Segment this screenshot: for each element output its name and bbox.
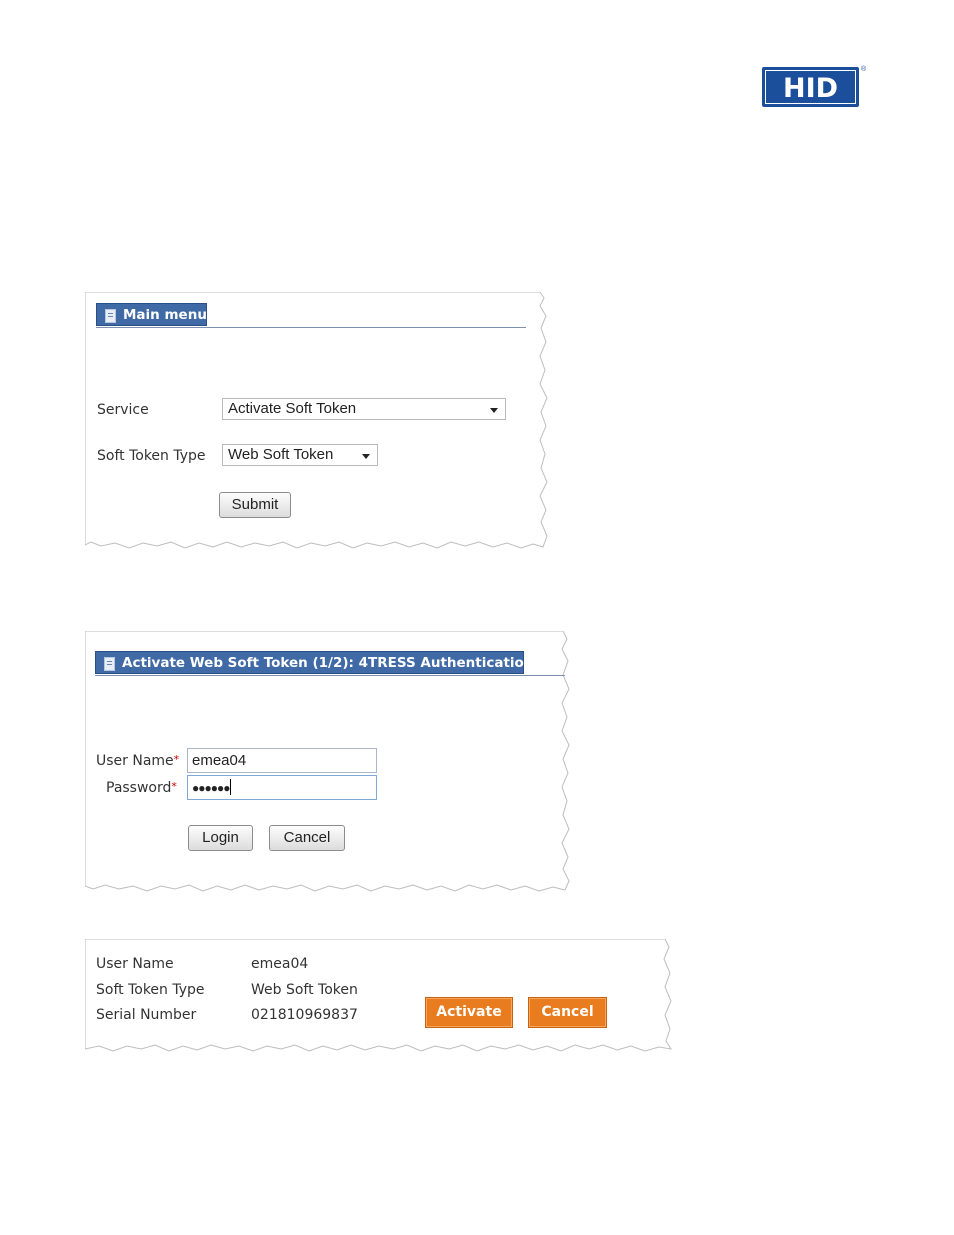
confirm-username-value: emea04 xyxy=(251,956,309,972)
submit-button[interactable]: Submit xyxy=(219,492,291,518)
logo-text: HID xyxy=(783,73,838,104)
confirm-cancel-button[interactable]: Cancel xyxy=(528,997,607,1028)
soft-token-type-selected-value: Web Soft Token xyxy=(228,446,334,463)
header-underline xyxy=(96,327,526,328)
confirm-serial-label: Serial Number xyxy=(96,1007,197,1023)
login-button[interactable]: Login xyxy=(188,825,253,851)
soft-token-type-select[interactable]: Web Soft Token xyxy=(222,444,378,466)
service-select[interactable]: Activate Soft Token xyxy=(222,398,506,420)
password-value: ●●●●●● xyxy=(192,781,230,795)
document-icon xyxy=(104,657,115,671)
torn-paper-edge xyxy=(85,292,548,549)
authentication-title: Activate Web Soft Token (1/2): 4TRESS Au… xyxy=(122,655,534,671)
text-caret xyxy=(229,779,231,795)
service-selected-value: Activate Soft Token xyxy=(228,400,357,417)
required-mark: * xyxy=(171,780,177,793)
required-mark: * xyxy=(173,753,180,766)
soft-token-type-label: Soft Token Type xyxy=(97,448,206,464)
main-menu-panel: Main menu Service Activate Soft Token So… xyxy=(85,292,551,560)
main-menu-title: Main menu xyxy=(123,307,207,323)
service-label: Service xyxy=(97,402,149,418)
username-value: emea04 xyxy=(192,752,247,769)
dropdown-arrow-icon[interactable] xyxy=(490,408,498,413)
confirm-username-label: User Name xyxy=(96,956,174,972)
password-label-text: Password xyxy=(106,780,172,796)
activate-button[interactable]: Activate xyxy=(425,997,513,1028)
username-label-text: User Name xyxy=(96,753,174,769)
confirm-token-type-label: Soft Token Type xyxy=(96,982,205,998)
main-menu-header: Main menu xyxy=(96,303,207,326)
authentication-header: Activate Web Soft Token (1/2): 4TRESS Au… xyxy=(95,651,533,674)
password-input[interactable]: ●●●●●● xyxy=(187,775,377,800)
dropdown-arrow-icon[interactable] xyxy=(362,454,370,459)
username-label: User Name* xyxy=(96,753,179,769)
authentication-panel: Activate Web Soft Token (1/2): 4TRESS Au… xyxy=(85,631,573,899)
logo-lettering: HID xyxy=(783,73,838,104)
registered-mark: ® xyxy=(861,66,867,73)
username-input[interactable]: emea04 xyxy=(187,748,377,773)
confirm-serial-value: 021810969837 xyxy=(251,1007,358,1023)
header-underline xyxy=(95,675,565,676)
logo-box: HID xyxy=(762,67,859,107)
confirmation-panel: User Name emea04 Soft Token Type Web Sof… xyxy=(85,939,677,1057)
hid-logo: HID ® xyxy=(762,66,866,107)
confirm-token-type-value: Web Soft Token xyxy=(251,982,358,998)
document-icon xyxy=(105,309,116,323)
password-label: Password* xyxy=(106,780,177,796)
cancel-button[interactable]: Cancel xyxy=(269,825,345,851)
